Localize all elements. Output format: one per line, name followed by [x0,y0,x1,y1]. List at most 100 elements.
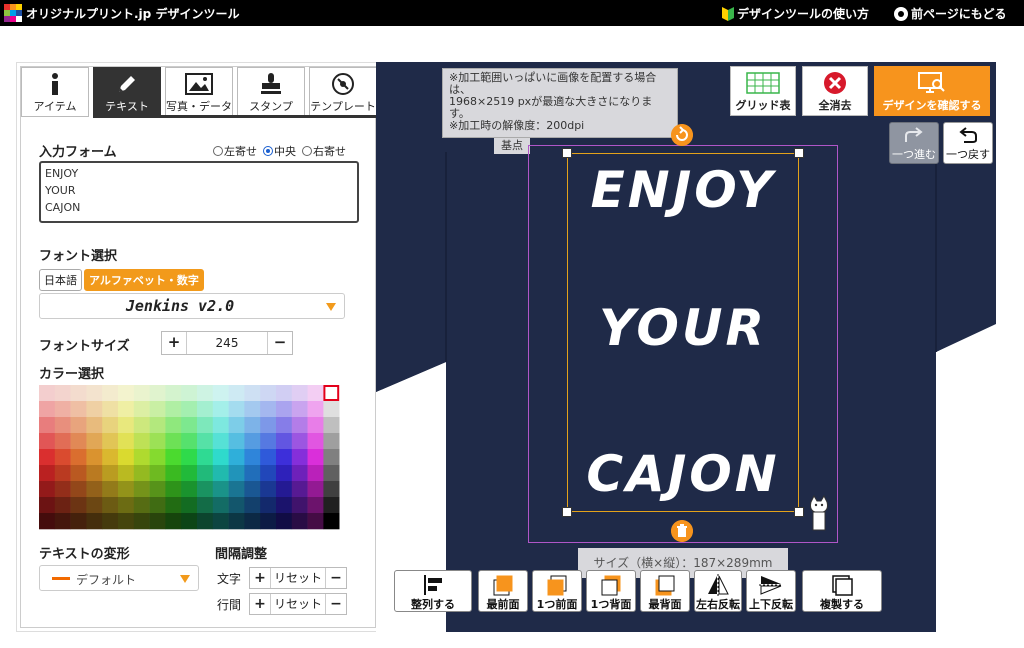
color-swatch[interactable] [165,449,182,466]
color-swatch[interactable] [260,385,277,402]
char-spacing-decrease-button[interactable]: − [326,568,346,588]
color-swatch[interactable] [70,481,87,498]
color-swatch[interactable] [181,481,198,498]
color-swatch[interactable] [102,385,119,402]
color-swatch[interactable] [212,513,229,530]
color-swatch[interactable] [291,465,308,482]
send-backward-button[interactable]: 1つ背面 [586,570,636,612]
color-swatch[interactable] [276,465,293,482]
color-swatch[interactable] [86,433,103,450]
color-swatch[interactable] [260,417,277,434]
color-swatch[interactable] [228,497,245,514]
color-swatch[interactable] [291,385,308,402]
color-swatch[interactable] [39,433,56,450]
color-swatch[interactable] [165,417,182,434]
color-swatch[interactable] [86,417,103,434]
resize-handle-top-right[interactable] [794,148,804,158]
color-swatch[interactable] [291,449,308,466]
color-swatch[interactable] [133,481,150,498]
color-swatch[interactable] [260,433,277,450]
color-swatch[interactable] [102,497,119,514]
tab-photo-data[interactable]: 写真・データ [165,67,233,117]
color-swatch[interactable] [133,401,150,418]
grid-toggle-button[interactable]: グリッド表 [730,66,796,116]
color-swatch[interactable] [212,433,229,450]
color-swatch[interactable] [197,401,214,418]
redo-button[interactable]: 一つ進む [889,122,939,164]
color-swatch[interactable] [228,449,245,466]
color-swatch[interactable] [54,433,71,450]
color-swatch[interactable] [70,449,87,466]
font-type-japanese-button[interactable]: 日本語 [39,269,82,291]
color-swatch[interactable] [323,465,340,482]
color-swatch[interactable] [307,465,324,482]
tab-stamp[interactable]: スタンプ [237,67,305,117]
color-swatch[interactable] [212,465,229,482]
color-swatch[interactable] [165,401,182,418]
color-swatch[interactable] [133,417,150,434]
color-swatch[interactable] [197,465,214,482]
char-spacing-increase-button[interactable]: + [250,568,270,588]
color-swatch[interactable] [228,385,245,402]
color-swatch[interactable] [102,417,119,434]
color-swatch[interactable] [86,497,103,514]
color-swatch[interactable] [228,433,245,450]
color-swatch[interactable] [39,449,56,466]
align-center-radio[interactable]: 中央 [263,143,296,159]
color-swatch[interactable] [102,401,119,418]
color-swatch[interactable] [244,497,261,514]
color-swatch[interactable] [181,513,198,530]
line-spacing-reset-button[interactable]: リセット [270,594,326,614]
color-swatch[interactable] [118,401,135,418]
color-swatch[interactable] [323,417,340,434]
color-swatch[interactable] [86,401,103,418]
rotate-icon[interactable] [671,124,693,146]
color-swatch[interactable] [133,497,150,514]
color-swatch[interactable] [181,401,198,418]
color-swatch[interactable] [70,465,87,482]
tab-text[interactable]: テキスト [93,67,161,117]
color-swatch[interactable] [149,401,166,418]
color-swatch[interactable] [86,465,103,482]
color-swatch[interactable] [260,449,277,466]
color-swatch[interactable] [133,385,150,402]
color-swatch[interactable] [244,417,261,434]
color-swatch[interactable] [244,481,261,498]
flip-horizontal-button[interactable]: 左右反転 [694,570,742,612]
color-swatch[interactable] [102,481,119,498]
align-objects-button[interactable]: 整列する [394,570,472,612]
color-swatch[interactable] [86,481,103,498]
char-spacing-reset-button[interactable]: リセット [270,568,326,588]
text-transform-select[interactable]: デフォルト [39,565,199,591]
color-swatch[interactable] [165,433,182,450]
color-swatch[interactable] [149,449,166,466]
color-swatch[interactable] [165,513,182,530]
color-swatch[interactable] [54,513,71,530]
color-swatch[interactable] [118,449,135,466]
undo-button[interactable]: 一つ戻す [943,122,993,164]
confirm-design-button[interactable]: デザインを確認する [874,66,990,116]
text-input[interactable]: ENJOY YOUR CAJON [39,161,359,223]
color-swatch[interactable] [244,385,261,402]
color-swatch[interactable] [149,433,166,450]
color-swatch[interactable] [165,497,182,514]
align-left-radio[interactable]: 左寄せ [213,143,257,159]
color-swatch[interactable] [54,417,71,434]
align-right-radio[interactable]: 右寄せ [302,143,346,159]
color-swatch[interactable] [291,433,308,450]
color-swatch[interactable] [149,385,166,402]
color-swatch[interactable] [118,385,135,402]
color-swatch[interactable] [323,481,340,498]
clear-all-button[interactable]: 全消去 [802,66,868,116]
color-swatch[interactable] [244,401,261,418]
color-swatch[interactable] [323,385,340,402]
color-swatch[interactable] [118,497,135,514]
color-swatch[interactable] [276,433,293,450]
color-swatch[interactable] [307,417,324,434]
color-swatch[interactable] [323,433,340,450]
color-swatch[interactable] [54,481,71,498]
color-swatch[interactable] [86,513,103,530]
color-swatch[interactable] [212,385,229,402]
color-swatch[interactable] [228,481,245,498]
font-size-increase-button[interactable]: + [162,332,186,354]
